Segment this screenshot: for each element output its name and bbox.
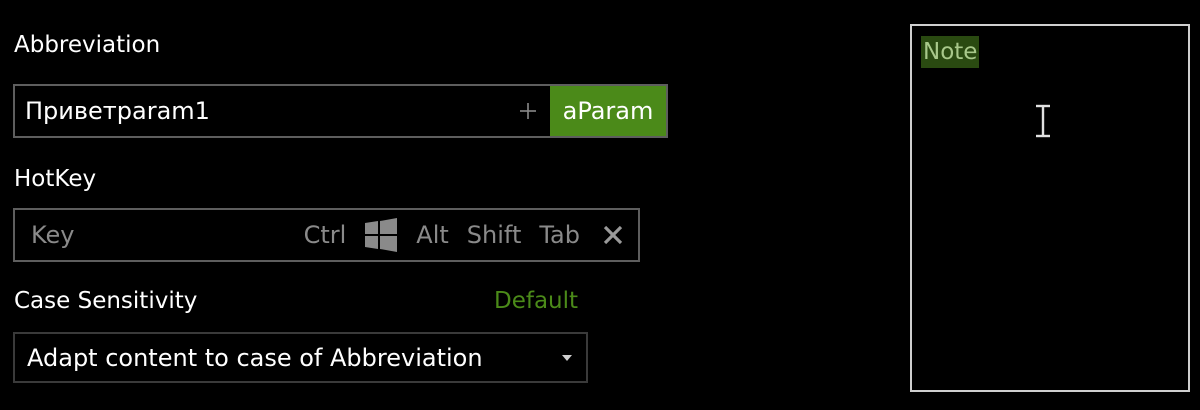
case-sensitivity-dropdown[interactable]: Adapt content to case of Abbreviation [13, 332, 588, 383]
note-textarea[interactable] [912, 26, 1188, 390]
shift-modifier-toggle[interactable]: Shift [467, 221, 522, 249]
hotkey-label: HotKey [14, 166, 97, 192]
close-icon [603, 225, 623, 245]
windows-modifier-toggle[interactable] [364, 218, 398, 252]
alt-modifier-toggle[interactable]: Alt [416, 221, 449, 249]
abbreviation-label: Abbreviation [14, 32, 161, 58]
abbreviation-field: aParam [13, 84, 668, 138]
hotkey-key-input[interactable] [29, 220, 304, 250]
case-sensitivity-selected: Adapt content to case of Abbreviation [27, 343, 483, 372]
editor-panel: Abbreviation aParam HotKey Ctrl Alt Shif… [0, 0, 1200, 410]
plus-icon [520, 103, 536, 119]
windows-icon [365, 218, 398, 252]
clear-hotkey-button[interactable] [598, 220, 628, 250]
default-link[interactable]: Default [494, 288, 578, 314]
chevron-down-icon [562, 354, 572, 361]
add-param-button[interactable] [506, 86, 550, 136]
abbreviation-input[interactable] [15, 86, 506, 136]
tab-modifier-toggle[interactable]: Tab [539, 221, 580, 249]
note-panel: Note [910, 24, 1190, 392]
case-sensitivity-label: Case Sensitivity [14, 288, 198, 314]
hotkey-field: Ctrl Alt Shift Tab [13, 208, 640, 262]
aparam-button[interactable]: aParam [550, 86, 666, 136]
ctrl-modifier-toggle[interactable]: Ctrl [304, 221, 347, 249]
